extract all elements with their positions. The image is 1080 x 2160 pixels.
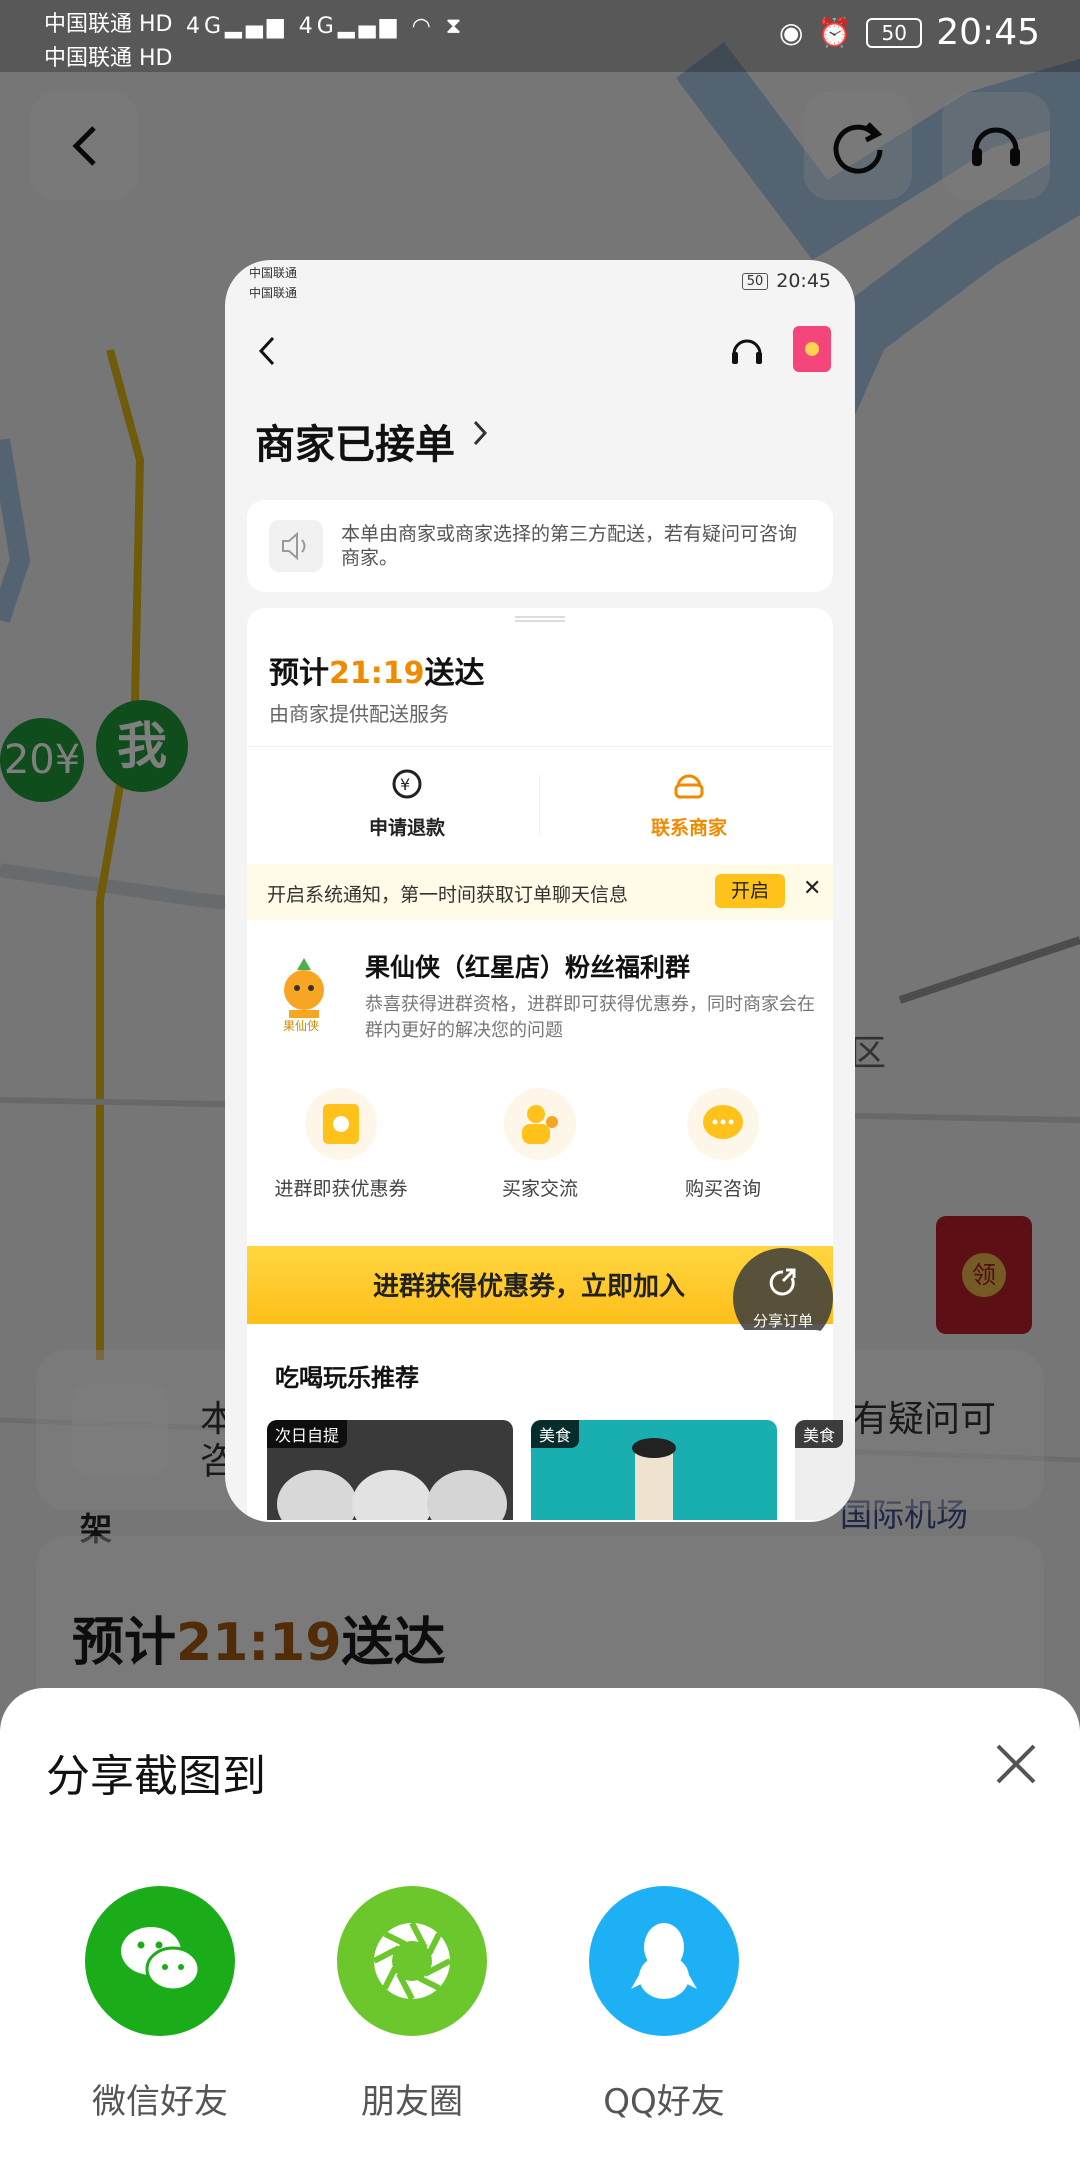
share-wechat-label: 微信好友 (92, 2082, 228, 2122)
status-bar: 中国联通 HD 中国联通 HD 4G▂▄▆ 4G▂▄▆ ◠ ⧗ ◉ ⏰ 50 2… (0, 0, 1080, 72)
preview-carrier-2: 中国联通 (249, 286, 298, 300)
preview-eta-sub: 由商家提供配送服务 (269, 702, 449, 726)
recommend-card-3[interactable]: 美食 (795, 1420, 855, 1520)
share-qq-label: QQ好友 (603, 2082, 725, 2122)
share-order-label: 分享订单 (752, 1312, 813, 1330)
preview-notice-text: 本单由商家或商家选择的第三方配送，若有疑问可咨询商家。 (341, 523, 798, 569)
feature-coupon-label: 进群即获优惠券 (274, 1178, 408, 1200)
recommend-section: 吃喝玩乐推荐 次日自提 美食 美食 (247, 1330, 855, 1522)
feature-buyer-chat[interactable]: 买家交流 (460, 1088, 620, 1201)
preview-actions: ¥ 申请退款 联系商家 (247, 746, 833, 860)
coupon-icon (305, 1088, 377, 1160)
enable-notification-button[interactable]: 开启 (715, 874, 785, 908)
chevron-right-icon (473, 420, 488, 446)
share-moments-label: 朋友圈 (361, 2082, 463, 2122)
contact-merchant-label: 联系商家 (650, 817, 727, 839)
feature-buyer-chat-label: 买家交流 (501, 1178, 578, 1200)
feature-consult[interactable]: 购买咨询 (643, 1088, 803, 1201)
preview-notice: 本单由商家或商家选择的第三方配送，若有疑问可咨询商家。 (247, 500, 833, 592)
recommend-tag-1: 次日自提 (267, 1420, 348, 1448)
preview-nav (225, 310, 855, 390)
notification-tip-text: 开启系统通知，第一时间获取订单聊天信息 (267, 884, 629, 906)
close-icon[interactable] (992, 1740, 1040, 1788)
recommend-tag-3: 美食 (795, 1420, 844, 1448)
share-sheet: 分享截图到 微信好友 朋友圈 QQ好友 (0, 1688, 1080, 2160)
svg-text:¥: ¥ (400, 775, 410, 794)
moments-icon (337, 1886, 487, 2036)
merchant-service-icon (674, 774, 704, 799)
share-qq-button[interactable]: QQ好友 (574, 1886, 754, 2123)
preview-back-icon (258, 336, 275, 366)
preview-headset-icon (732, 339, 762, 364)
preview-carrier-1: 中国联通 (249, 266, 298, 280)
wechat-icon (85, 1886, 235, 2036)
refund-label: 申请退款 (368, 817, 445, 839)
qq-penguin-icon (589, 1886, 739, 2036)
recommend-title: 吃喝玩乐推荐 (275, 1364, 419, 1392)
merchant-logo: 果仙侠 (283, 958, 324, 1032)
recommend-tag-2: 美食 (531, 1420, 580, 1448)
status-time: 20:45 (936, 12, 1040, 53)
recommend-card-fish[interactable]: 次日自提 (267, 1420, 513, 1520)
eye-icon: ◉ (778, 16, 804, 49)
join-group-label: 进群获得优惠券，立即加入 (373, 1272, 686, 1302)
status-carrier-2: 中国联通 HD (44, 46, 173, 71)
share-sheet-title: 分享截图到 (46, 1751, 266, 1802)
speaker-icon (269, 520, 323, 572)
preview-time: 20:45 (776, 270, 831, 292)
notification-tip: 开启系统通知，第一时间获取订单聊天信息 开启 ✕ (247, 864, 833, 920)
group-name: 果仙侠（红星店）粉丝福利群 (365, 953, 691, 982)
buyers-icon (504, 1088, 576, 1160)
feature-coupon[interactable]: 进群即获优惠券 (261, 1088, 421, 1201)
chat-bubble-icon (687, 1088, 759, 1160)
actions-divider (539, 775, 540, 835)
drag-handle (515, 616, 565, 622)
alarm-icon: ⏰ (817, 16, 853, 49)
svg-text:果仙侠: 果仙侠 (283, 1019, 319, 1032)
refund-button[interactable]: ¥ 申请退款 (307, 767, 507, 840)
preview-status-right: 50 20:45 (741, 270, 831, 292)
screenshot-preview[interactable]: 中国联通 中国联通 50 20:45 商家已接单 本单由商家或商家选择的第三方配… (225, 260, 855, 1522)
share-moments-button[interactable]: 朋友圈 (322, 1886, 502, 2123)
preview-gift-icon (793, 326, 831, 372)
recommend-card-tea[interactable]: 美食 (531, 1420, 777, 1520)
group-description: 恭喜获得进群资格，进群即可获得优惠券，同时商家会在群内更好的解决您的问题 (365, 994, 815, 1041)
refund-icon: ¥ (392, 769, 422, 799)
battery-icon: 50 (866, 17, 923, 48)
status-right: ◉ ⏰ 50 20:45 (779, 12, 1040, 53)
preview-status-bar: 中国联通 中国联通 50 20:45 (225, 260, 855, 310)
preview-battery: 50 (741, 272, 769, 290)
feature-consult-label: 购买咨询 (684, 1178, 761, 1200)
status-carrier-1: 中国联通 HD (44, 12, 173, 37)
signal-icon: 4G▂▄▆ 4G▂▄▆ ◠ ⧗ (186, 14, 466, 39)
contact-merchant-button[interactable]: 联系商家 (589, 767, 789, 840)
close-tip-icon[interactable]: ✕ (803, 876, 821, 901)
preview-eta: 预计21:19送达 (269, 656, 485, 691)
share-wechat-button[interactable]: 微信好友 (70, 1886, 250, 2123)
share-icon (769, 1268, 796, 1296)
preview-page-title: 商家已接单 (255, 422, 455, 468)
